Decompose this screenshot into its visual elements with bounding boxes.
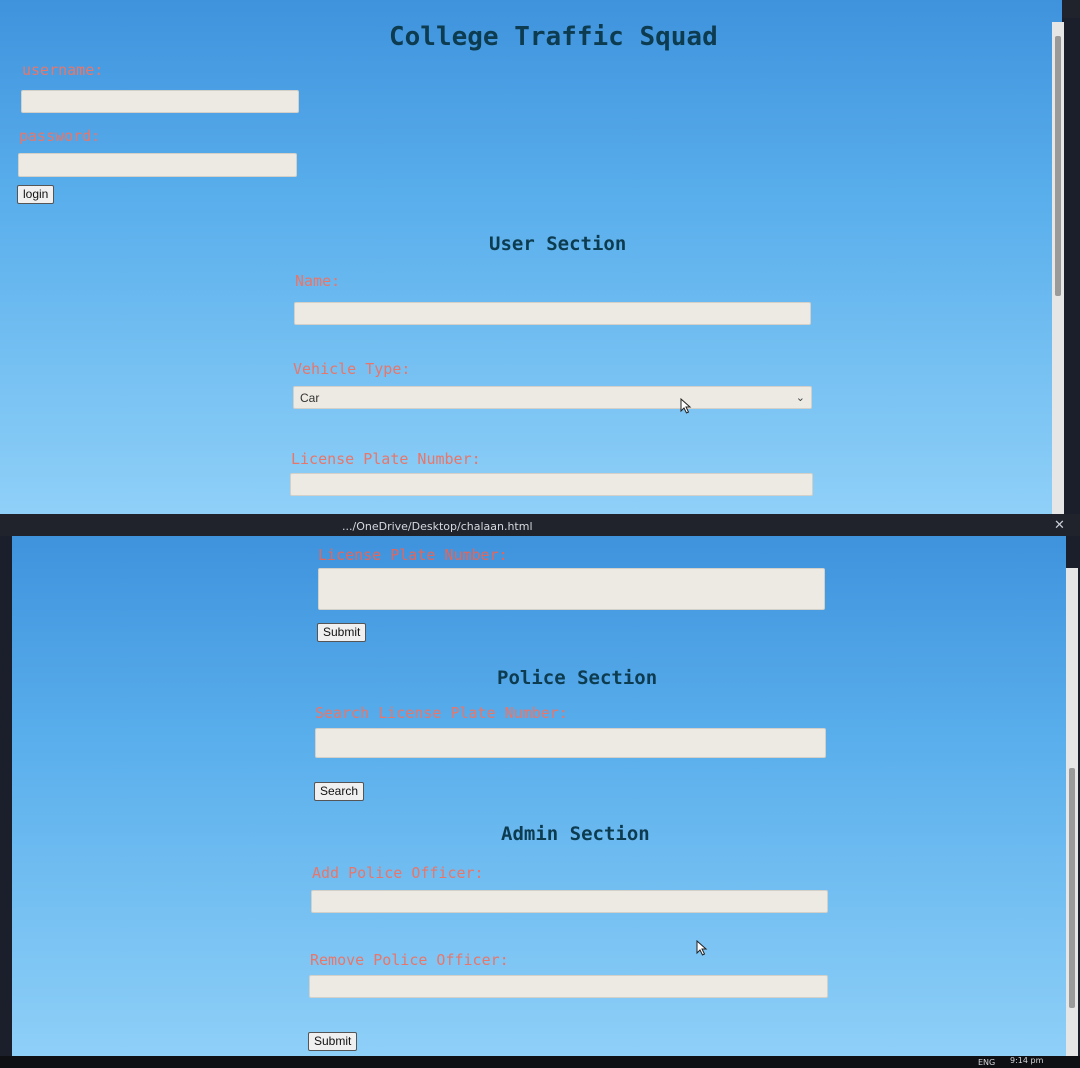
search-license-plate-label: Search License Plate Number: xyxy=(315,704,568,722)
add-police-officer-label: Add Police Officer: xyxy=(312,864,484,882)
password-label: password: xyxy=(19,127,101,145)
bottom-scrollbar[interactable] xyxy=(1066,568,1078,1056)
admin-submit-button[interactable]: Submit xyxy=(308,1032,358,1051)
windows-taskbar: ENG 9:14 pm xyxy=(0,1056,1080,1068)
license-plate-label: License Plate Number: xyxy=(318,546,508,564)
login-button[interactable]: login xyxy=(17,185,55,204)
top-scrollbar[interactable] xyxy=(1052,22,1064,514)
taskbar-clock[interactable]: 9:14 pm xyxy=(1010,1056,1043,1065)
name-label: Name: xyxy=(295,272,341,290)
top-page-viewport: College Traffic Squad username: password… xyxy=(0,0,1062,514)
user-section-heading: User Section xyxy=(489,233,627,255)
license-plate-input[interactable] xyxy=(318,568,825,610)
vehicle-type-select[interactable]: Car ⌄ xyxy=(293,386,812,409)
bottom-scrollbar-thumb[interactable] xyxy=(1069,768,1075,1008)
mouse-cursor-icon xyxy=(696,940,708,956)
password-input[interactable] xyxy=(18,153,297,177)
bottom-page-viewport: License Plate Number: Submit Police Sect… xyxy=(12,536,1066,1060)
user-submit-button[interactable]: Submit xyxy=(317,623,367,642)
bottom-browser-toolbar: .../OneDrive/Desktop/chalaan.html ✕ xyxy=(0,514,1080,536)
username-label: username: xyxy=(22,61,104,79)
search-license-plate-input[interactable] xyxy=(315,728,826,758)
add-police-officer-input[interactable] xyxy=(311,890,828,913)
mouse-cursor-icon xyxy=(680,398,692,414)
license-plate-label-top: License Plate Number: xyxy=(291,450,481,468)
vehicle-type-label: Vehicle Type: xyxy=(293,360,411,378)
remove-police-officer-input[interactable] xyxy=(309,975,828,998)
admin-section-heading: Admin Section xyxy=(501,823,650,845)
vehicle-type-selected-value: Car xyxy=(300,390,320,405)
top-scrollbar-thumb[interactable] xyxy=(1055,36,1061,296)
close-icon[interactable]: ✕ xyxy=(1054,518,1065,533)
search-button[interactable]: Search xyxy=(314,782,365,801)
page-title: College Traffic Squad xyxy=(389,22,718,52)
license-plate-input-top[interactable] xyxy=(290,473,813,496)
address-bar[interactable]: .../OneDrive/Desktop/chalaan.html xyxy=(342,520,533,533)
taskbar-language[interactable]: ENG xyxy=(978,1058,995,1067)
chevron-down-icon: ⌄ xyxy=(795,392,805,404)
remove-police-officer-label: Remove Police Officer: xyxy=(310,951,509,969)
username-input[interactable] xyxy=(21,90,299,113)
police-section-heading: Police Section xyxy=(497,667,658,689)
name-input[interactable] xyxy=(294,302,811,325)
